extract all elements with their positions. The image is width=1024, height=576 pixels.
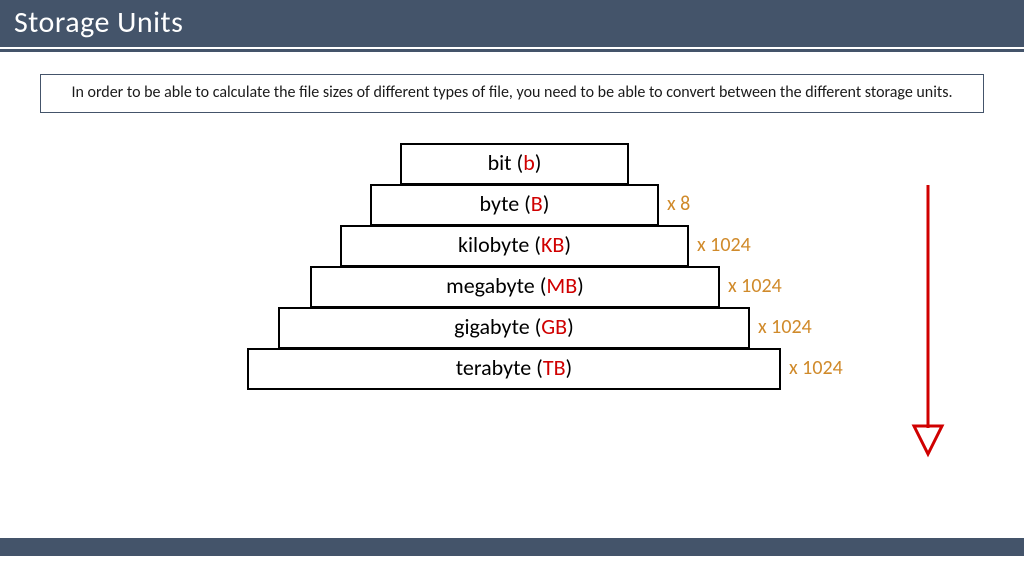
unit-name: bit ( xyxy=(488,149,524,176)
storage-pyramid: bit (b)byte (B) x 8 kilobyte (KB) x 1024 meg… xyxy=(0,143,1024,443)
unit-abbr: B xyxy=(531,190,543,217)
unit-abbr: KB xyxy=(541,231,564,258)
multiplier-label: x 1024 xyxy=(697,233,751,257)
unit-abbr: GB xyxy=(541,313,567,340)
unit-abbr: MB xyxy=(546,272,577,299)
footer-bar xyxy=(0,538,1024,556)
unit-name: gigabyte ( xyxy=(454,313,541,340)
multiplier-label: x 1024 xyxy=(789,356,843,380)
unit-name: kilobyte ( xyxy=(458,231,541,258)
multiplier-label: x 1024 xyxy=(728,274,782,298)
level-b: bit (b) xyxy=(400,143,629,185)
level-mb: megabyte (MB) xyxy=(310,266,720,308)
level-b: byte (B) xyxy=(370,184,659,226)
multiplier-label: x 1024 xyxy=(758,315,812,339)
level-tb: terabyte (TB) xyxy=(247,348,781,390)
unit-abbr: b xyxy=(523,149,535,176)
down-arrow-icon xyxy=(908,180,948,460)
title-divider xyxy=(0,49,1024,52)
unit-name: megabyte ( xyxy=(446,272,546,299)
level-gb: gigabyte (GB) xyxy=(278,307,750,349)
multiplier-label: x 8 xyxy=(667,192,690,216)
level-kb: kilobyte (KB) xyxy=(340,225,689,267)
unit-abbr: TB xyxy=(543,354,566,381)
slide-title: Storage Units xyxy=(0,0,1024,47)
unit-name: terabyte ( xyxy=(456,354,543,381)
intro-text: In order to be able to calculate the fil… xyxy=(40,74,984,113)
unit-name: byte ( xyxy=(480,190,531,217)
